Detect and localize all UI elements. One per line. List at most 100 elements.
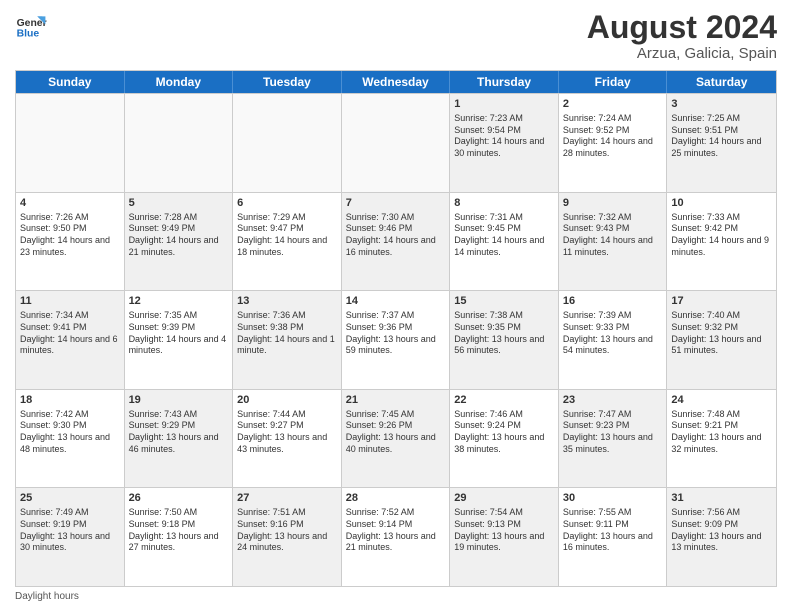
- cell-info: Daylight: 13 hours and 19 minutes.: [454, 531, 554, 554]
- day-number: 24: [671, 393, 772, 408]
- calendar-cell: 2Sunrise: 7:24 AMSunset: 9:52 PMDaylight…: [559, 94, 668, 192]
- cell-info: Daylight: 14 hours and 25 minutes.: [671, 136, 772, 159]
- cell-info: Daylight: 13 hours and 32 minutes.: [671, 432, 772, 455]
- day-number: 2: [563, 97, 663, 112]
- cell-info: Daylight: 13 hours and 43 minutes.: [237, 432, 337, 455]
- calendar-cell: 13Sunrise: 7:36 AMSunset: 9:38 PMDayligh…: [233, 291, 342, 389]
- cell-info: Daylight: 13 hours and 21 minutes.: [346, 531, 446, 554]
- cell-info: Sunset: 9:14 PM: [346, 519, 446, 531]
- cell-info: Sunset: 9:52 PM: [563, 125, 663, 137]
- cell-info: Daylight: 13 hours and 46 minutes.: [129, 432, 229, 455]
- day-number: 26: [129, 491, 229, 506]
- calendar-cell: 27Sunrise: 7:51 AMSunset: 9:16 PMDayligh…: [233, 488, 342, 586]
- day-number: 15: [454, 294, 554, 309]
- cell-info: Daylight: 13 hours and 48 minutes.: [20, 432, 120, 455]
- day-number: 13: [237, 294, 337, 309]
- day-number: 18: [20, 393, 120, 408]
- calendar-cell: [125, 94, 234, 192]
- calendar-header: SundayMondayTuesdayWednesdayThursdayFrid…: [16, 71, 776, 93]
- calendar-cell: 29Sunrise: 7:54 AMSunset: 9:13 PMDayligh…: [450, 488, 559, 586]
- cell-info: Daylight: 13 hours and 38 minutes.: [454, 432, 554, 455]
- calendar-cell: 14Sunrise: 7:37 AMSunset: 9:36 PMDayligh…: [342, 291, 451, 389]
- day-number: 25: [20, 491, 120, 506]
- cell-info: Daylight: 14 hours and 6 minutes.: [20, 334, 120, 357]
- cell-info: Sunset: 9:29 PM: [129, 420, 229, 432]
- calendar-row-5: 25Sunrise: 7:49 AMSunset: 9:19 PMDayligh…: [16, 487, 776, 586]
- weekday-header-wednesday: Wednesday: [342, 71, 451, 93]
- cell-info: Daylight: 13 hours and 30 minutes.: [20, 531, 120, 554]
- cell-info: Sunrise: 7:51 AM: [237, 507, 337, 519]
- calendar-cell: 28Sunrise: 7:52 AMSunset: 9:14 PMDayligh…: [342, 488, 451, 586]
- cell-info: Daylight: 14 hours and 11 minutes.: [563, 235, 663, 258]
- weekday-header-sunday: Sunday: [16, 71, 125, 93]
- cell-info: Daylight: 14 hours and 1 minute.: [237, 334, 337, 357]
- calendar-cell: 21Sunrise: 7:45 AMSunset: 9:26 PMDayligh…: [342, 390, 451, 488]
- day-number: 8: [454, 196, 554, 211]
- cell-info: Daylight: 14 hours and 30 minutes.: [454, 136, 554, 159]
- cell-info: Sunset: 9:47 PM: [237, 223, 337, 235]
- cell-info: Sunrise: 7:30 AM: [346, 212, 446, 224]
- cell-info: Sunset: 9:49 PM: [129, 223, 229, 235]
- calendar-cell: 19Sunrise: 7:43 AMSunset: 9:29 PMDayligh…: [125, 390, 234, 488]
- cell-info: Sunset: 9:42 PM: [671, 223, 772, 235]
- cell-info: Sunrise: 7:36 AM: [237, 310, 337, 322]
- cell-info: Sunset: 9:13 PM: [454, 519, 554, 531]
- cell-info: Daylight: 13 hours and 59 minutes.: [346, 334, 446, 357]
- calendar-cell: 7Sunrise: 7:30 AMSunset: 9:46 PMDaylight…: [342, 193, 451, 291]
- cell-info: Daylight: 13 hours and 13 minutes.: [671, 531, 772, 554]
- cell-info: Sunset: 9:43 PM: [563, 223, 663, 235]
- calendar-cell: 11Sunrise: 7:34 AMSunset: 9:41 PMDayligh…: [16, 291, 125, 389]
- cell-info: Sunrise: 7:23 AM: [454, 113, 554, 125]
- header: General Blue August 2024 Arzua, Galicia,…: [15, 10, 777, 62]
- cell-info: Sunrise: 7:25 AM: [671, 113, 772, 125]
- day-number: 28: [346, 491, 446, 506]
- day-number: 21: [346, 393, 446, 408]
- logo: General Blue: [15, 10, 47, 42]
- cell-info: Sunset: 9:30 PM: [20, 420, 120, 432]
- weekday-header-friday: Friday: [559, 71, 668, 93]
- cell-info: Daylight: 13 hours and 56 minutes.: [454, 334, 554, 357]
- cell-info: Sunrise: 7:52 AM: [346, 507, 446, 519]
- calendar-cell: 9Sunrise: 7:32 AMSunset: 9:43 PMDaylight…: [559, 193, 668, 291]
- calendar-cell: 8Sunrise: 7:31 AMSunset: 9:45 PMDaylight…: [450, 193, 559, 291]
- calendar-row-1: 1Sunrise: 7:23 AMSunset: 9:54 PMDaylight…: [16, 93, 776, 192]
- cell-info: Sunset: 9:09 PM: [671, 519, 772, 531]
- calendar-cell: 3Sunrise: 7:25 AMSunset: 9:51 PMDaylight…: [667, 94, 776, 192]
- cell-info: Sunset: 9:32 PM: [671, 322, 772, 334]
- cell-info: Daylight: 14 hours and 18 minutes.: [237, 235, 337, 258]
- weekday-header-monday: Monday: [125, 71, 234, 93]
- cell-info: Sunrise: 7:46 AM: [454, 409, 554, 421]
- cell-info: Sunrise: 7:54 AM: [454, 507, 554, 519]
- cell-info: Sunrise: 7:37 AM: [346, 310, 446, 322]
- cell-info: Sunrise: 7:28 AM: [129, 212, 229, 224]
- calendar-cell: [233, 94, 342, 192]
- cell-info: Sunrise: 7:55 AM: [563, 507, 663, 519]
- cell-info: Sunset: 9:39 PM: [129, 322, 229, 334]
- calendar-cell: 16Sunrise: 7:39 AMSunset: 9:33 PMDayligh…: [559, 291, 668, 389]
- calendar-cell: 1Sunrise: 7:23 AMSunset: 9:54 PMDaylight…: [450, 94, 559, 192]
- calendar-body: 1Sunrise: 7:23 AMSunset: 9:54 PMDaylight…: [16, 93, 776, 586]
- calendar-cell: 25Sunrise: 7:49 AMSunset: 9:19 PMDayligh…: [16, 488, 125, 586]
- cell-info: Daylight: 13 hours and 16 minutes.: [563, 531, 663, 554]
- cell-info: Sunset: 9:24 PM: [454, 420, 554, 432]
- cell-info: Sunrise: 7:24 AM: [563, 113, 663, 125]
- cell-info: Sunrise: 7:50 AM: [129, 507, 229, 519]
- day-number: 7: [346, 196, 446, 211]
- title-block: August 2024 Arzua, Galicia, Spain: [587, 10, 777, 62]
- calendar-cell: 18Sunrise: 7:42 AMSunset: 9:30 PMDayligh…: [16, 390, 125, 488]
- cell-info: Sunrise: 7:32 AM: [563, 212, 663, 224]
- cell-info: Sunrise: 7:35 AM: [129, 310, 229, 322]
- cell-info: Sunrise: 7:34 AM: [20, 310, 120, 322]
- weekday-header-thursday: Thursday: [450, 71, 559, 93]
- month-title: August 2024: [587, 10, 777, 45]
- cell-info: Sunrise: 7:39 AM: [563, 310, 663, 322]
- day-number: 11: [20, 294, 120, 309]
- calendar-cell: 31Sunrise: 7:56 AMSunset: 9:09 PMDayligh…: [667, 488, 776, 586]
- cell-info: Sunset: 9:21 PM: [671, 420, 772, 432]
- cell-info: Sunset: 9:33 PM: [563, 322, 663, 334]
- cell-info: Sunrise: 7:56 AM: [671, 507, 772, 519]
- cell-info: Sunset: 9:27 PM: [237, 420, 337, 432]
- location: Arzua, Galicia, Spain: [587, 45, 777, 62]
- day-number: 20: [237, 393, 337, 408]
- day-number: 30: [563, 491, 663, 506]
